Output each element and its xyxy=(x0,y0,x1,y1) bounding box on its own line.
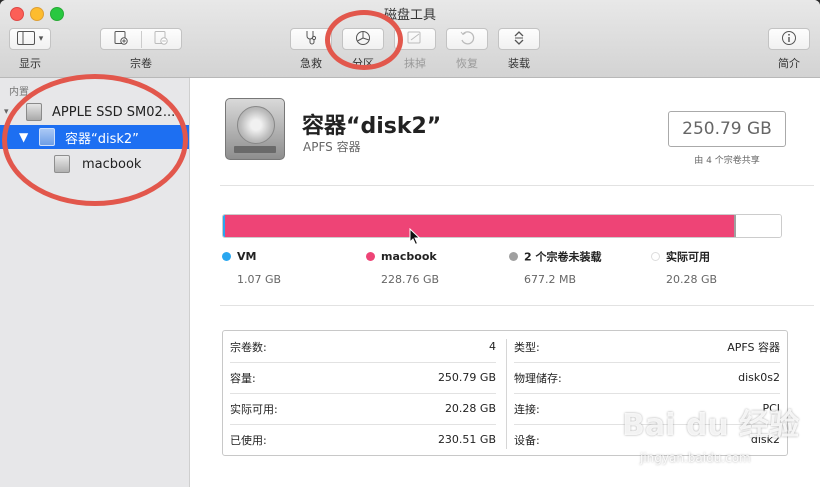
divider xyxy=(220,305,814,306)
info-icon xyxy=(781,30,797,49)
usage-bar xyxy=(222,214,782,238)
view-label: 显示 xyxy=(19,57,41,70)
usage-segment-macbook xyxy=(225,215,735,237)
sidebar-section-internal: 内置 xyxy=(9,87,29,98)
divider xyxy=(220,185,814,186)
info-row: 实际可用: 20.28 GB xyxy=(223,393,503,424)
volume-disk-icon xyxy=(54,155,70,173)
info-value: 230.51 GB xyxy=(437,433,496,446)
legend-item-unmounted: 2 个宗卷未装载 677.2 MB xyxy=(509,246,601,286)
legend-value: 20.28 GB xyxy=(666,273,718,286)
mount-icon xyxy=(513,30,525,49)
sidebar: 内置 ▾ APPLE SSD SM02... ▼ 容器“disk2” macbo… xyxy=(0,78,190,487)
legend-value: 677.2 MB xyxy=(524,273,577,286)
add-volume-icon[interactable] xyxy=(101,30,142,48)
sidebar-item-container-disk2[interactable]: ▼ 容器“disk2” xyxy=(0,125,189,149)
toolbar: 磁盘工具 ▾ 显示 宗卷 急救 分区 抹掉 恢复 装载 简介 xyxy=(0,0,820,78)
disk-utility-window: 磁盘工具 ▾ 显示 宗卷 急救 分区 抹掉 恢复 装载 简介 内置 ▾ APPL… xyxy=(0,0,820,487)
volume-title: 容器“disk2” xyxy=(302,114,442,139)
info-key: 宗卷数: xyxy=(230,340,267,354)
info-value: disk0s2 xyxy=(738,371,780,384)
info-key: 类型: xyxy=(514,340,540,354)
erase-label: 抹掉 xyxy=(404,57,426,70)
sidebar-item-label: macbook xyxy=(82,156,142,172)
info-value: APFS 容器 xyxy=(727,340,780,354)
legend-name: 2 个宗卷未装载 xyxy=(524,250,602,264)
legend-dot xyxy=(509,252,518,261)
info-button[interactable] xyxy=(768,28,810,50)
legend-name: VM xyxy=(237,250,257,263)
info-value: 4 xyxy=(489,340,496,353)
shared-by-label: 由 4 个宗卷共享 xyxy=(694,156,760,166)
partition-label: 分区 xyxy=(352,57,374,70)
erase-icon xyxy=(407,31,423,48)
legend-item-vm: VM 1.07 GB xyxy=(222,246,281,286)
info-row: 物理储存: disk0s2 xyxy=(507,362,787,393)
mount-label: 装载 xyxy=(508,57,530,70)
legend-item-available: 实际可用 20.28 GB xyxy=(651,246,717,286)
info-column-left: 宗卷数: 4 容量: 250.79 GB 实际可用: 20.28 GB 已使用: 230… xyxy=(223,331,503,455)
legend-dot xyxy=(366,252,375,261)
info-value: 250.79 GB xyxy=(437,371,496,384)
mount-button[interactable] xyxy=(498,28,540,50)
container-disk-icon xyxy=(39,128,55,146)
first-aid-label: 急救 xyxy=(300,57,322,70)
remove-volume-icon[interactable] xyxy=(142,30,182,48)
first-aid-button[interactable] xyxy=(290,28,332,50)
info-row: 容量: 250.79 GB xyxy=(223,362,503,393)
volume-segmented-control xyxy=(100,28,182,50)
legend-value: 228.76 GB xyxy=(381,273,440,286)
info-label: 简介 xyxy=(778,57,800,70)
info-key: 设备: xyxy=(514,433,540,447)
volume-label: 宗卷 xyxy=(130,57,152,70)
disclosure-triangle-icon[interactable]: ▾ xyxy=(4,107,14,117)
info-key: 容量: xyxy=(230,371,256,385)
legend-dot xyxy=(651,252,660,261)
info-key: 连接: xyxy=(514,402,540,416)
restore-label: 恢复 xyxy=(456,57,478,70)
view-button[interactable]: ▾ xyxy=(9,28,51,50)
legend-name: macbook xyxy=(381,250,437,263)
sidebar-item-label: APPLE SSD SM02... xyxy=(52,104,176,120)
capacity-value: 250.79 GB xyxy=(682,119,772,139)
info-value: 20.28 GB xyxy=(444,402,496,415)
mouse-pointer-icon xyxy=(409,228,421,246)
hard-disk-icon xyxy=(225,98,285,160)
usage-segment-available xyxy=(735,215,781,237)
info-key: 已使用: xyxy=(230,433,267,447)
window-title: 磁盘工具 xyxy=(383,8,436,23)
internal-disk-icon xyxy=(26,103,42,121)
volume-type: APFS 容器 xyxy=(303,140,361,154)
erase-button[interactable] xyxy=(394,28,436,50)
partition-button[interactable] xyxy=(342,28,384,50)
info-row: 宗卷数: 4 xyxy=(223,331,503,362)
sidebar-item-label: 容器“disk2” xyxy=(65,131,139,147)
legend-item-macbook: macbook 228.76 GB xyxy=(366,246,439,286)
disclosure-triangle-icon[interactable]: ▼ xyxy=(19,130,29,144)
info-key: 物理储存: xyxy=(514,371,562,385)
watermark-url: jingyan.baidu.com xyxy=(640,451,751,465)
restore-icon xyxy=(459,30,475,49)
watermark-logo: Bai du 经验 xyxy=(622,408,800,443)
sidebar-item-macbook[interactable]: macbook xyxy=(0,152,189,176)
chevron-down-icon: ▾ xyxy=(38,34,44,44)
info-key: 实际可用: xyxy=(230,402,278,416)
info-row: 已使用: 230.51 GB xyxy=(223,424,503,455)
legend-value: 1.07 GB xyxy=(237,273,282,286)
stethoscope-icon xyxy=(304,30,318,49)
legend-name: 实际可用 xyxy=(666,250,710,264)
pie-chart-icon xyxy=(355,30,371,49)
info-row: 类型: APFS 容器 xyxy=(507,331,787,362)
restore-button[interactable] xyxy=(446,28,488,50)
legend-dot xyxy=(222,252,231,261)
capacity-box: 250.79 GB xyxy=(668,111,786,147)
sidebar-item-physical-disk[interactable]: ▾ APPLE SSD SM02... xyxy=(0,100,189,124)
sidebar-icon xyxy=(16,30,35,48)
